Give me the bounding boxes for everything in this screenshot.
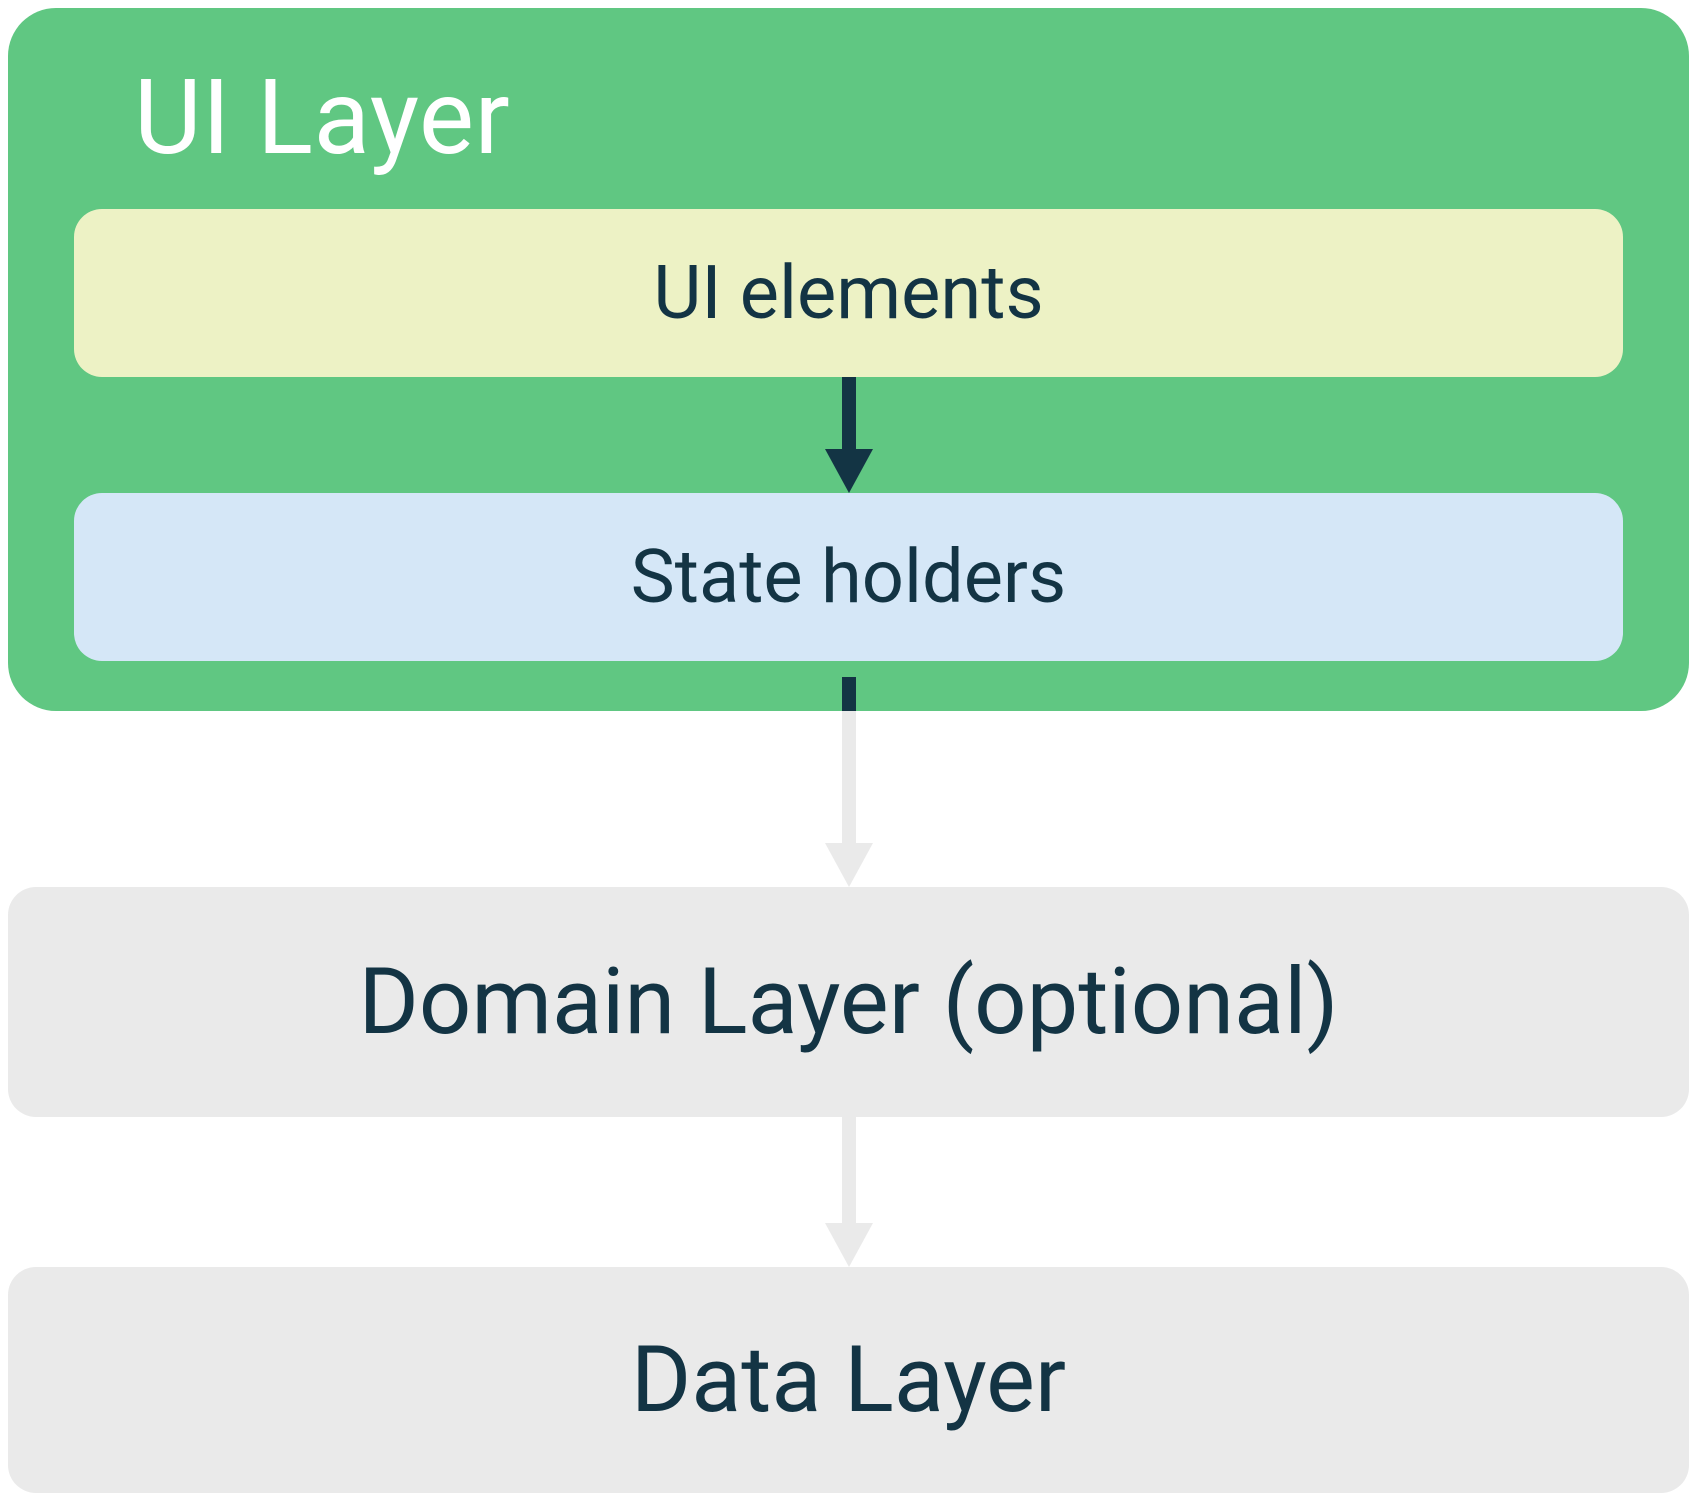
lower-section: Domain Layer (optional) Data Layer <box>8 711 1689 1493</box>
ui-layer-container: UI Layer UI elements State holders <box>8 8 1689 711</box>
ui-elements-box: UI elements <box>74 209 1623 377</box>
ui-layer-title: UI Layer <box>134 58 1623 179</box>
domain-layer-box: Domain Layer (optional) <box>8 887 1689 1117</box>
data-layer-label: Data Layer <box>631 1327 1066 1434</box>
data-layer-box: Data Layer <box>8 1267 1689 1493</box>
arrow-down-icon <box>819 677 879 887</box>
domain-layer-label: Domain Layer (optional) <box>358 949 1338 1056</box>
state-holders-box: State holders <box>74 493 1623 661</box>
arrow-down-icon <box>819 1117 879 1267</box>
arrow-domain-to-data <box>8 1117 1689 1267</box>
state-holders-label: State holders <box>631 534 1066 621</box>
arrow-state-to-domain <box>8 711 1689 887</box>
ui-elements-label: UI elements <box>653 250 1043 337</box>
arrow-ui-to-state <box>74 377 1623 493</box>
arrow-down-icon <box>819 377 879 493</box>
